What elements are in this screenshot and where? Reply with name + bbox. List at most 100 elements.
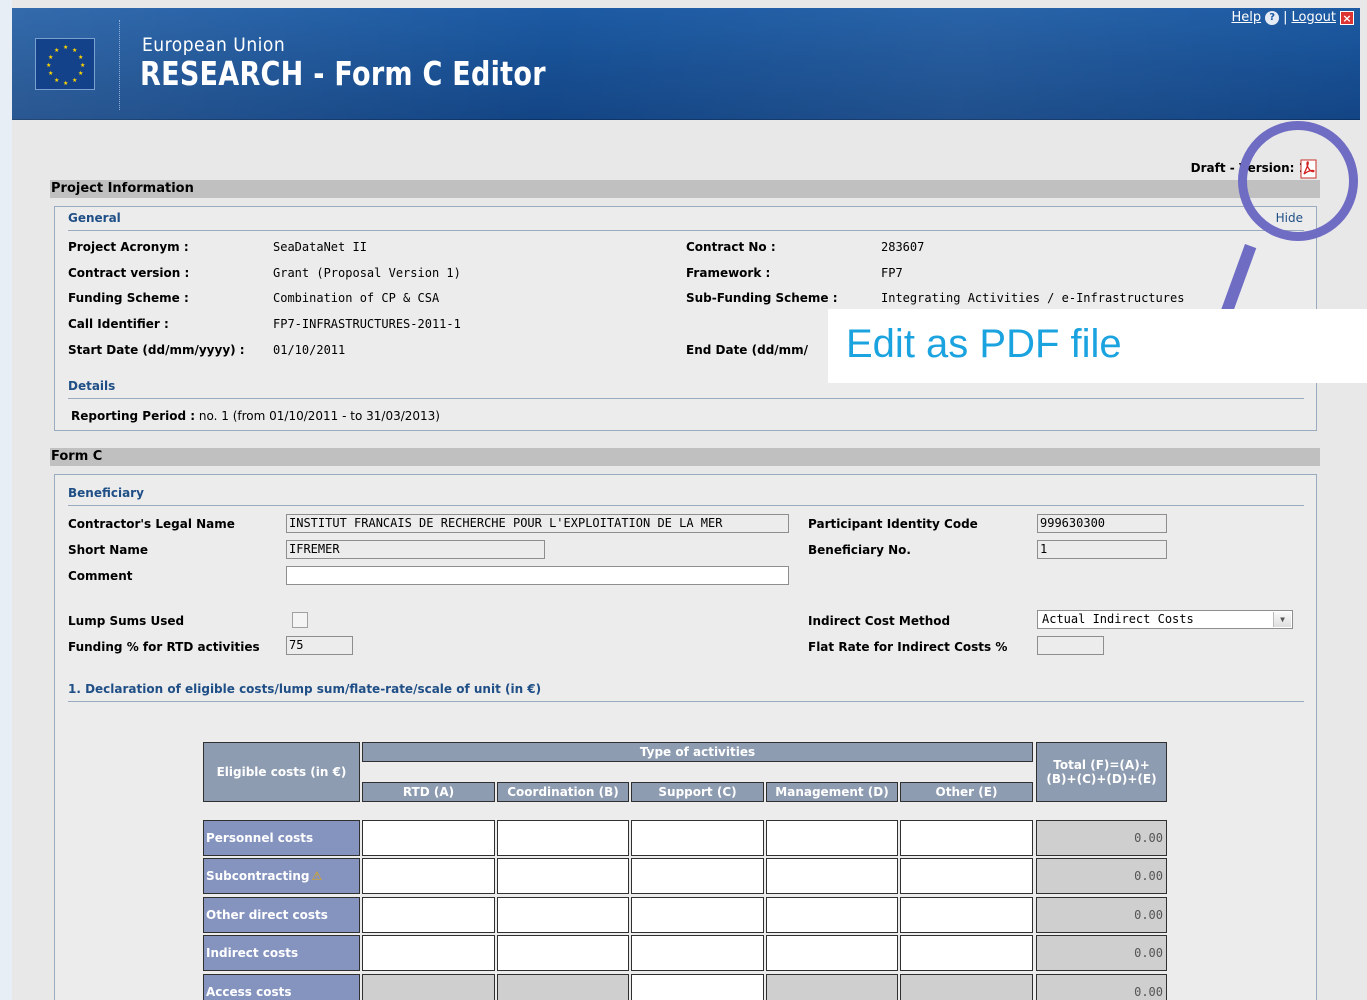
- row-total: 0.00: [1036, 974, 1167, 1000]
- cost-row-label-text: Access costs: [206, 985, 292, 999]
- cost-input-cell: [766, 974, 898, 1000]
- sub-funding-scheme-label: Sub-Funding Scheme :: [686, 291, 838, 305]
- form-c-header: Form C: [50, 448, 1320, 466]
- warning-icon: ⚠: [311, 869, 323, 883]
- logout-link[interactable]: Logout: [1291, 10, 1336, 25]
- call-identifier-label: Call Identifier :: [68, 317, 169, 331]
- activity-column-header: Support (C): [631, 782, 764, 802]
- pic-field[interactable]: 999630300: [1037, 514, 1167, 533]
- cost-input-cell[interactable]: [497, 897, 629, 933]
- cost-input-cell[interactable]: [497, 935, 629, 971]
- cost-row-label: Subcontracting ⚠: [203, 858, 360, 894]
- reporting-period: Reporting Period : no. 1 (from 01/10/201…: [71, 409, 440, 423]
- project-information-header: Project Information: [50, 180, 1320, 198]
- legal-name-field[interactable]: INSTITUT FRANCAIS DE RECHERCHE POUR L'EX…: [286, 514, 789, 533]
- cost-input-cell[interactable]: [900, 820, 1033, 856]
- start-date-label: Start Date (dd/mm/yyyy) :: [68, 343, 245, 357]
- org-subtitle: European Union: [142, 34, 286, 56]
- funding-rtd-field[interactable]: 75: [286, 636, 353, 655]
- cost-row-label-text: Subcontracting: [206, 869, 310, 883]
- cost-input-cell[interactable]: [766, 935, 898, 971]
- cost-input-cell: [497, 974, 629, 1000]
- help-link[interactable]: Help: [1231, 10, 1261, 25]
- contract-version-value: Grant (Proposal Version 1): [273, 266, 461, 280]
- cost-input-cell[interactable]: [631, 820, 764, 856]
- beneficiary-no-label: Beneficiary No.: [808, 543, 911, 557]
- lump-sums-label: Lump Sums Used: [68, 614, 185, 628]
- activity-column-header: Management (D): [766, 782, 898, 802]
- banner-divider: [119, 20, 120, 110]
- funding-rtd-label: Funding % for RTD activities: [68, 640, 260, 654]
- pic-label: Participant Identity Code: [808, 517, 978, 531]
- app-title: RESEARCH - Form C Editor: [140, 54, 546, 93]
- row-total: 0.00: [1036, 858, 1167, 894]
- row-total: 0.00: [1036, 935, 1167, 971]
- contract-no-label: Contract No :: [686, 240, 776, 254]
- details-title: Details: [68, 379, 116, 393]
- funding-scheme-label: Funding Scheme :: [68, 291, 189, 305]
- cost-input-cell[interactable]: [766, 897, 898, 933]
- link-separator: |: [1283, 10, 1288, 25]
- cost-input-cell[interactable]: [631, 897, 764, 933]
- cost-row-label: Other direct costs: [203, 897, 360, 933]
- comment-field[interactable]: [286, 566, 789, 585]
- short-name-field[interactable]: IFREMER: [286, 540, 545, 559]
- logout-icon[interactable]: ×: [1340, 10, 1354, 25]
- cost-row-label: Access costs: [203, 974, 360, 1000]
- indirect-method-value: Actual Indirect Costs: [1042, 612, 1194, 626]
- cost-input-cell[interactable]: [362, 897, 495, 933]
- contract-version-label: Contract version :: [68, 266, 190, 280]
- indirect-method-label: Indirect Cost Method: [808, 614, 951, 628]
- legal-name-label: Contractor's Legal Name: [68, 517, 235, 531]
- beneficiary-no-field[interactable]: 1: [1037, 540, 1167, 559]
- help-icon[interactable]: ?: [1265, 10, 1280, 25]
- flat-rate-field[interactable]: [1037, 636, 1104, 655]
- type-of-activities-header: Type of activities: [362, 742, 1033, 762]
- cost-input-cell[interactable]: [362, 820, 495, 856]
- project-acronym-label: Project Acronym :: [68, 240, 189, 254]
- reporting-period-value: no. 1 (from 01/10/2011 - to 31/03/2013): [198, 409, 440, 423]
- chevron-down-icon[interactable]: ▼: [1273, 612, 1291, 627]
- cost-input-cell[interactable]: [497, 858, 629, 894]
- cost-input-cell[interactable]: [900, 897, 1033, 933]
- cost-row-label-text: Personnel costs: [206, 831, 314, 845]
- cost-row-label-text: Other direct costs: [206, 908, 328, 922]
- cost-input-cell: [362, 974, 495, 1000]
- declaration-title: 1. Declaration of eligible costs/lump su…: [68, 682, 542, 696]
- cost-input-cell[interactable]: [631, 935, 764, 971]
- reporting-period-label: Reporting Period :: [71, 409, 196, 423]
- indirect-method-select[interactable]: Actual Indirect Costs ▼: [1037, 610, 1293, 629]
- lump-sums-checkbox[interactable]: [292, 612, 308, 628]
- short-name-label: Short Name: [68, 543, 149, 557]
- eu-flag-icon: ★ ★ ★ ★ ★ ★ ★ ★ ★ ★ ★ ★: [35, 38, 95, 90]
- cost-input-cell[interactable]: [766, 858, 898, 894]
- cost-input-cell[interactable]: [362, 935, 495, 971]
- cost-input-cell[interactable]: [900, 935, 1033, 971]
- framework-label: Framework :: [686, 266, 771, 280]
- beneficiary-title: Beneficiary: [68, 486, 144, 500]
- cost-input-cell[interactable]: [766, 820, 898, 856]
- cost-input-cell[interactable]: [362, 858, 495, 894]
- cost-input-cell[interactable]: [631, 858, 764, 894]
- comment-label: Comment: [68, 569, 133, 583]
- activity-column-header: Coordination (B): [497, 782, 629, 802]
- sub-funding-scheme-value: Integrating Activities / e-Infrastructur…: [881, 291, 1185, 305]
- project-acronym-value: SeaDataNet II: [273, 240, 367, 254]
- general-title: General: [68, 211, 121, 225]
- callout-text: Edit as PDF file: [846, 322, 1122, 366]
- top-links: Help ? | Logout ×: [1231, 10, 1354, 25]
- start-date-value: 01/10/2011: [273, 343, 346, 357]
- cost-input-cell[interactable]: [631, 974, 764, 1000]
- cost-row-label-text: Indirect costs: [206, 946, 299, 960]
- cost-input-cell[interactable]: [900, 858, 1033, 894]
- page-margin: [0, 0, 12, 1000]
- cost-input-cell[interactable]: [497, 820, 629, 856]
- callout-ring: [1238, 121, 1358, 241]
- cost-row-label: Indirect costs: [203, 935, 360, 971]
- row-total: 0.00: [1036, 897, 1167, 933]
- row-total: 0.00: [1036, 820, 1167, 856]
- header-banner: ★ ★ ★ ★ ★ ★ ★ ★ ★ ★ ★ ★ European Union R…: [12, 8, 1360, 120]
- activity-column-header: Other (E): [900, 782, 1033, 802]
- cost-input-cell: [900, 974, 1033, 1000]
- call-identifier-value: FP7-INFRASTRUCTURES-2011-1: [273, 317, 461, 331]
